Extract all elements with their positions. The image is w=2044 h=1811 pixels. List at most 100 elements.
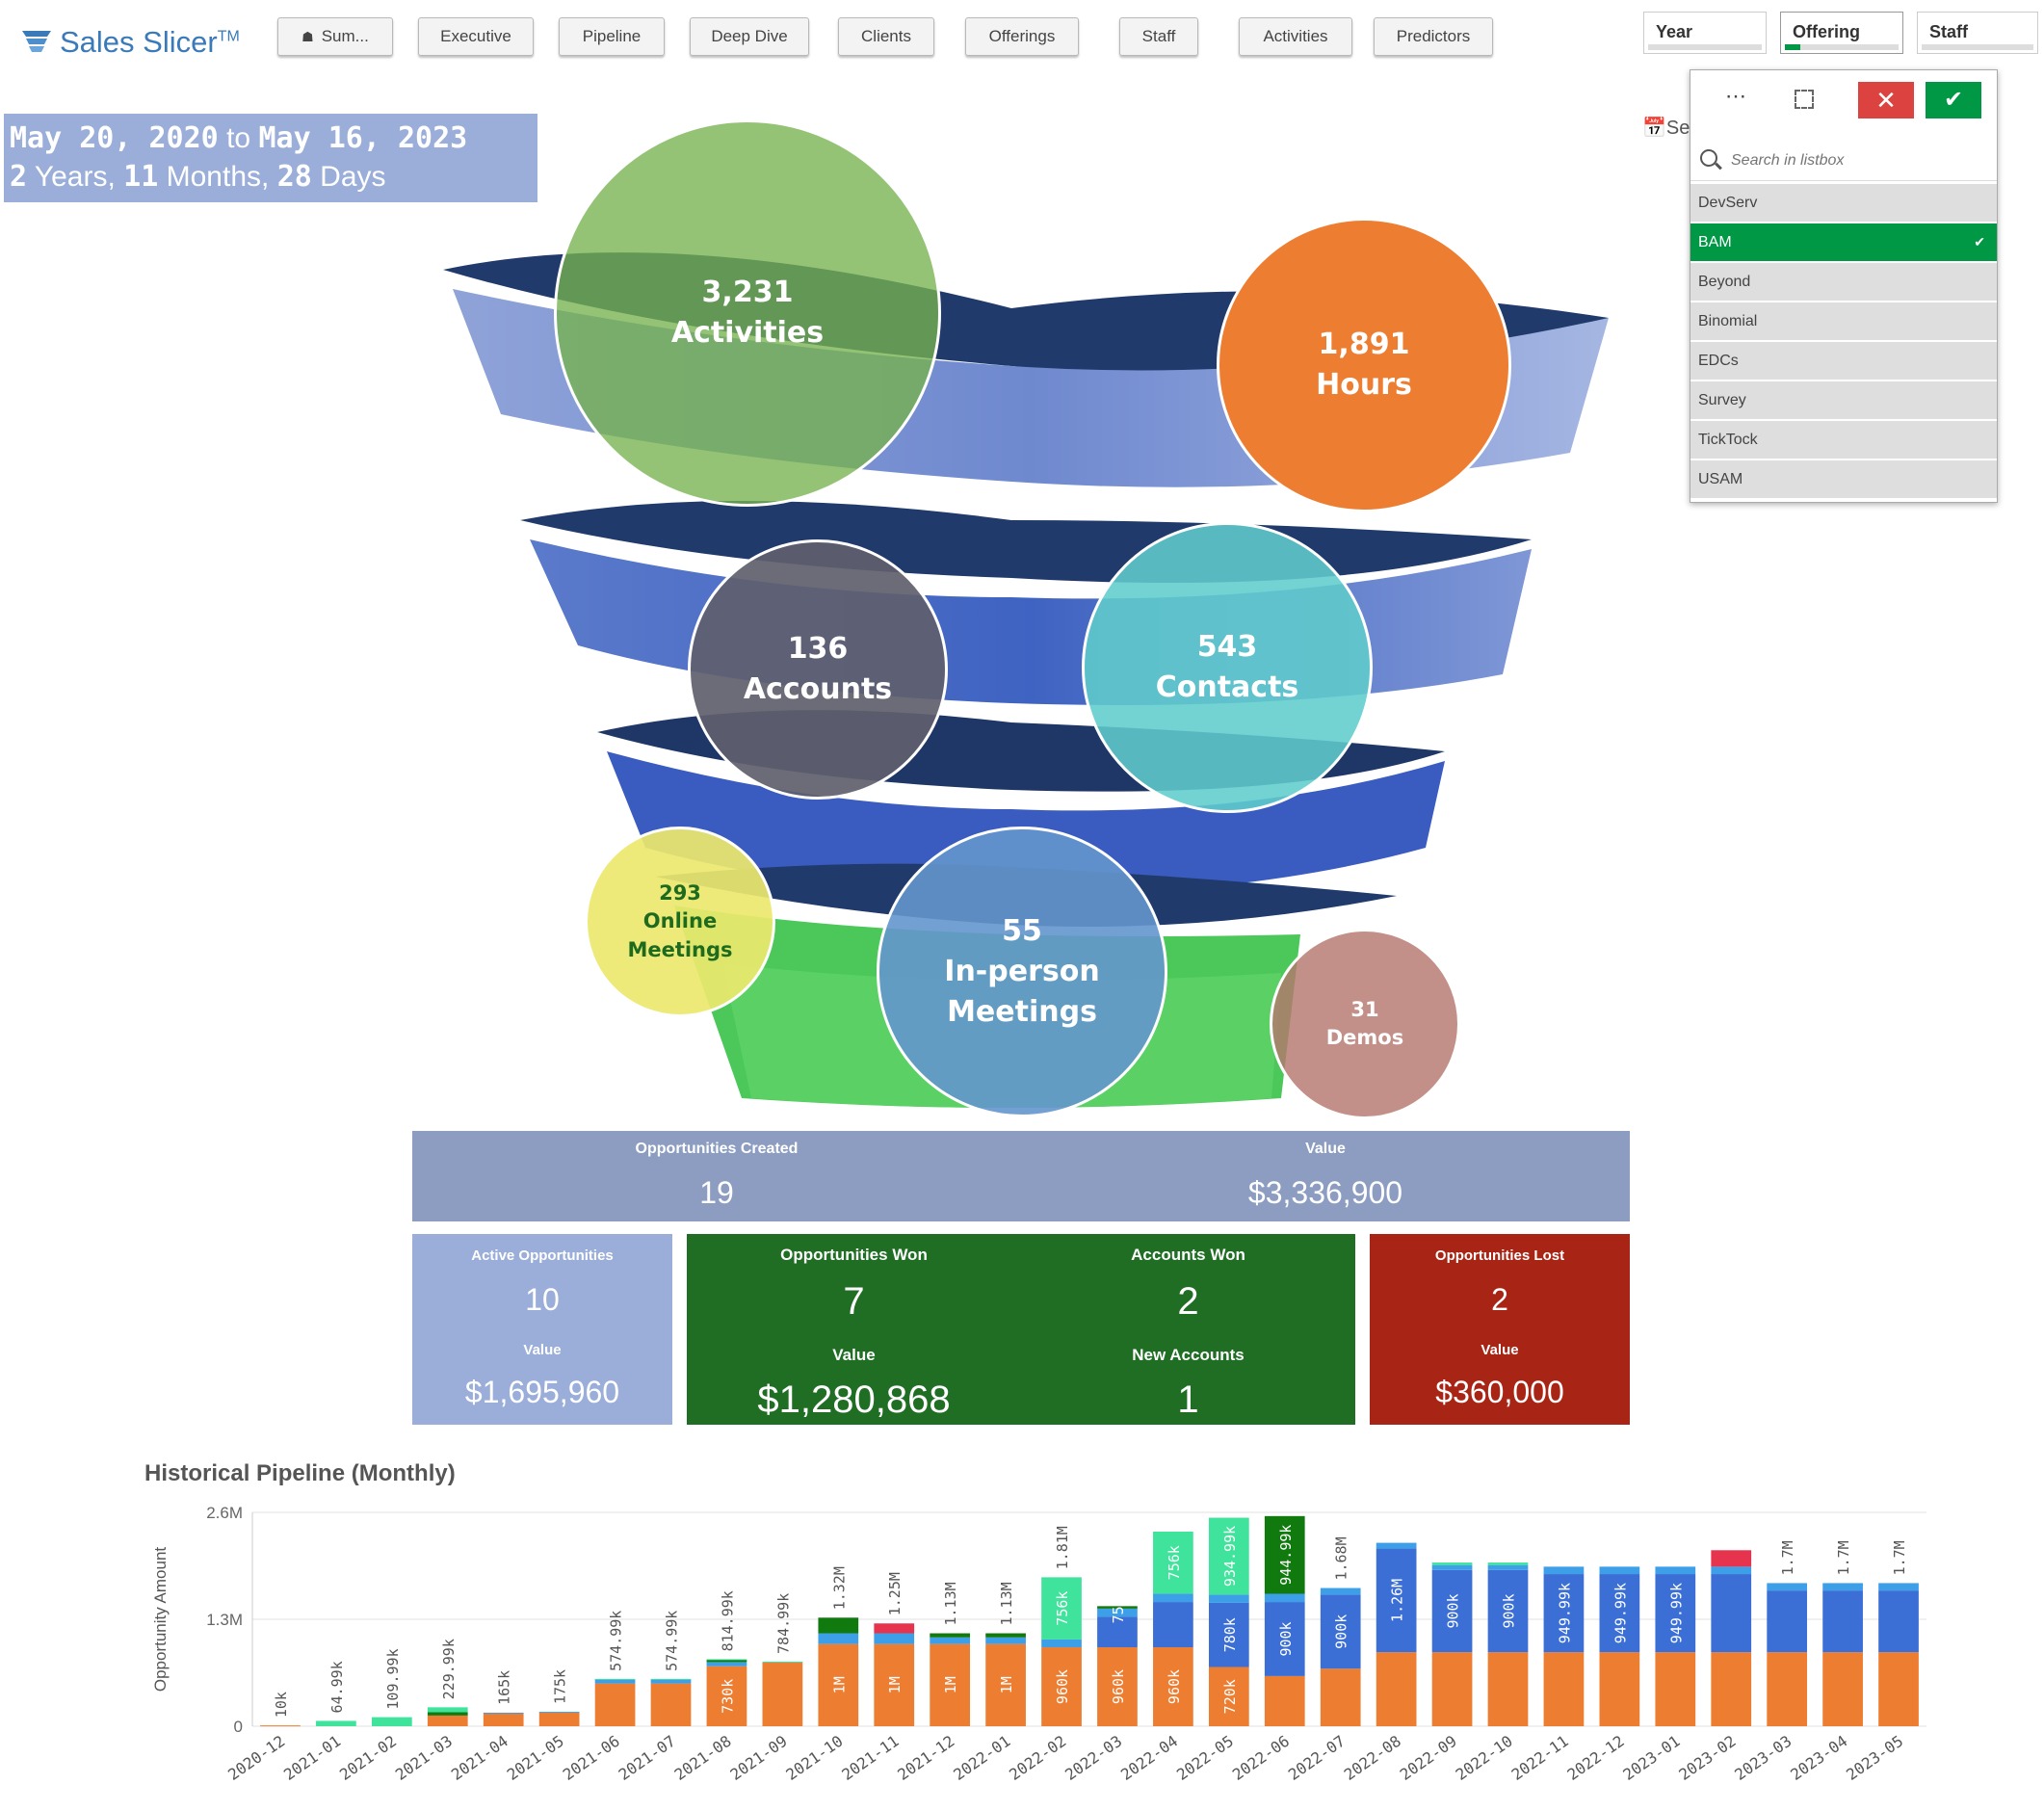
bar-segment	[1599, 1566, 1640, 1575]
listbox-item-bam[interactable]: BAM ✔	[1690, 223, 1997, 261]
hours-bubble[interactable]: 1,891 Hours	[1217, 218, 1511, 512]
active-value-label: Value	[523, 1342, 562, 1358]
nav-offerings-button[interactable]: Offerings	[965, 17, 1079, 56]
x-tick-label: 2022-09	[1397, 1732, 1460, 1784]
listbox-item-edcs[interactable]: EDCs	[1690, 342, 1997, 380]
bar-segment	[1878, 1590, 1919, 1653]
selections-text: Se	[1665, 118, 1690, 139]
demos-bubble[interactable]: 31 Demos	[1270, 929, 1460, 1119]
nav-summary-button[interactable]: ☗ Sum...	[277, 17, 393, 56]
nav-predictors-label: Predictors	[1396, 27, 1471, 45]
bar-segment	[1878, 1652, 1919, 1726]
listbox-toolbar: ⋯ ✕ ✔	[1690, 70, 1997, 130]
bar-segment-label: 949.99k	[1667, 1583, 1685, 1643]
opportunities-created-tile: Opportunities Created 19 Value $3,336,90…	[412, 1131, 1630, 1221]
contacts-value: 543	[1196, 630, 1258, 664]
bar-segment-label: 780k	[1221, 1617, 1239, 1652]
bar-segment	[985, 1633, 1026, 1638]
date-range-panel: May 20, 2020 to May 16, 2023 2 Years, 11…	[4, 114, 537, 202]
funnel-logo-icon	[22, 31, 51, 52]
x-tick-label: 2023-04	[1787, 1732, 1850, 1784]
active-opportunities-value: 10	[525, 1282, 560, 1317]
listbox-item-label: Binomial	[1698, 313, 1758, 329]
opportunities-won-label: Opportunities Won	[780, 1246, 928, 1264]
more-icon[interactable]: ⋯	[1725, 84, 1746, 109]
listbox-item-survey[interactable]: Survey	[1690, 381, 1997, 419]
nav-staff-button[interactable]: Staff	[1119, 17, 1198, 56]
confirm-selection-button[interactable]: ✔	[1926, 82, 1981, 118]
x-tick-label: 2022-11	[1508, 1732, 1572, 1784]
nav-clients-button[interactable]: Clients	[838, 17, 934, 56]
activities-bubble[interactable]: 3,231 Activities	[554, 119, 941, 507]
date-start: May 20, 2020	[10, 121, 219, 155]
nav-executive-button[interactable]: Executive	[418, 17, 534, 56]
opportunities-lost-value: 2	[1491, 1282, 1508, 1317]
bar-segment-label: 720k	[1221, 1679, 1239, 1714]
selections-tool[interactable]: 📅Se	[1642, 116, 1690, 140]
nav-predictors-button[interactable]: Predictors	[1374, 17, 1493, 56]
opportunities-won-value: 7	[843, 1280, 865, 1323]
listbox-item-beyond[interactable]: Beyond	[1690, 263, 1997, 301]
x-tick-label: 2023-05	[1843, 1732, 1906, 1784]
contacts-bubble[interactable]: 543 Contacts	[1082, 522, 1373, 813]
cancel-selection-button[interactable]: ✕	[1858, 82, 1914, 118]
listbox-item-binomial[interactable]: Binomial	[1690, 302, 1997, 340]
offering-filter[interactable]: Offering	[1780, 12, 1903, 54]
date-end: May 16, 2023	[258, 121, 468, 155]
clear-selection-icon[interactable]	[1795, 90, 1814, 109]
opportunities-won-tile: Opportunities Won 7 Value $1,280,868 Acc…	[687, 1234, 1355, 1425]
online-meetings-bubble[interactable]: 293 Online Meetings	[585, 827, 775, 1017]
duration-months-label: Months,	[166, 161, 270, 193]
bar-segment-label: 756k	[1110, 1588, 1127, 1623]
listbox-item-label: Beyond	[1698, 274, 1751, 290]
offering-filter-label: Offering	[1793, 22, 1860, 41]
accounts-won-label: Accounts Won	[1131, 1246, 1245, 1264]
x-tick-label: 2022-03	[1061, 1732, 1125, 1784]
bar-segment	[1767, 1583, 1808, 1591]
app-logo[interactable]: Sales SlicerTM	[21, 23, 240, 62]
listbox-item-ticktock[interactable]: TickTock	[1690, 421, 1997, 459]
bar-segment-label: 960k	[1054, 1669, 1071, 1704]
x-tick-label: 2021-02	[336, 1732, 400, 1784]
x-tick-label: 2021-07	[616, 1732, 679, 1784]
bar-segment	[1153, 1602, 1193, 1648]
trademark: TM	[217, 28, 240, 45]
listbox-item-devserv[interactable]: DevServ	[1690, 184, 1997, 222]
bar-segment-label: 960k	[1110, 1669, 1127, 1704]
lost-value-amount: $360,000	[1435, 1375, 1564, 1409]
close-icon: ✕	[1875, 86, 1897, 115]
bar-segment	[650, 1679, 692, 1684]
listbox-item-usam[interactable]: USAM	[1690, 460, 1997, 498]
x-tick-label: 2021-03	[392, 1732, 456, 1784]
listbox-search	[1690, 142, 1997, 181]
duration-years: 2	[10, 160, 28, 194]
won-value-amount: $1,280,868	[757, 1378, 951, 1421]
bar-segment	[1711, 1574, 1752, 1653]
x-tick-label: 2021-08	[671, 1732, 735, 1784]
in-person-meetings-value: 55	[1002, 914, 1042, 948]
bar-segment	[316, 1720, 356, 1726]
active-opportunities-tile: Active Opportunities 10 Value $1,695,960	[412, 1234, 672, 1425]
staff-filter[interactable]: Staff	[1917, 12, 2038, 54]
historical-pipeline-chart[interactable]: 0 1.3M 2.6M Opportunity Amount 2020-12 10k 202…	[135, 1491, 1946, 1809]
bar-segment	[427, 1712, 468, 1716]
offering-listbox[interactable]: ⋯ ✕ ✔ DevServ BAM ✔ Beyond Binomial EDCs …	[1690, 69, 1998, 503]
bar-segment-label: 900k	[1445, 1593, 1462, 1628]
bar-segment	[427, 1715, 468, 1726]
bar-segment-label: 949.99k	[1612, 1583, 1629, 1643]
nav-activities-button[interactable]: Activities	[1239, 17, 1352, 56]
listbox-items: DevServ BAM ✔ Beyond Binomial EDCs Survey…	[1690, 184, 1997, 500]
in-person-meetings-bubble[interactable]: 55 In-person Meetings	[877, 827, 1167, 1117]
bar-segment	[594, 1678, 636, 1680]
opportunities-created-label: Opportunities Created	[635, 1141, 799, 1157]
date-to: to	[226, 122, 251, 154]
nav-deep-dive-button[interactable]: Deep Dive	[690, 17, 809, 56]
nav-pipeline-button[interactable]: Pipeline	[559, 17, 665, 56]
bar-segment	[762, 1661, 803, 1663]
year-filter[interactable]: Year	[1643, 12, 1767, 54]
active-value-amount: $1,695,960	[464, 1375, 620, 1409]
bar-segment	[1767, 1652, 1808, 1726]
listbox-search-input[interactable]	[1729, 147, 1983, 174]
staff-filter-bar	[1922, 44, 2033, 50]
accounts-bubble[interactable]: 136 Accounts	[688, 539, 948, 800]
